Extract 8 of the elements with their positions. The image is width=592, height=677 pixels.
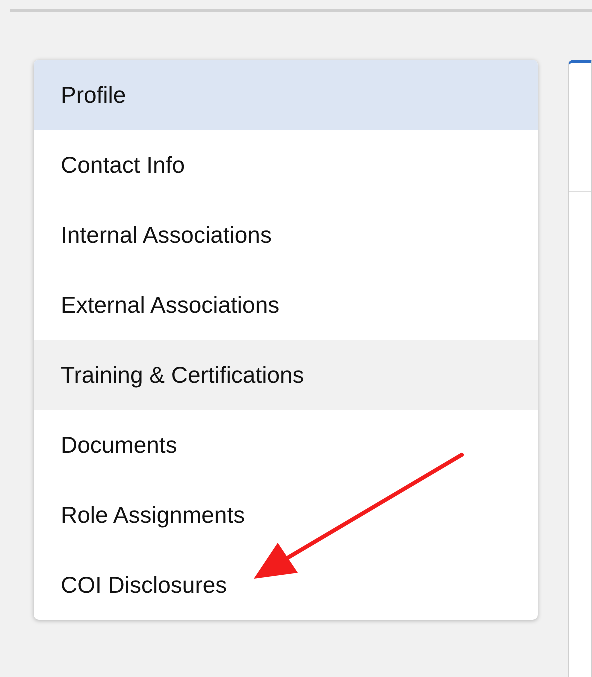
sidebar-item[interactable]: Profile [34, 60, 538, 130]
sidebar-item[interactable]: Documents [34, 410, 538, 480]
sidebar-item[interactable]: COI Disclosures [34, 550, 538, 620]
sidebar-item[interactable]: Contact Info [34, 130, 538, 200]
sidebar-item[interactable]: External Associations [34, 270, 538, 340]
sidebar-item[interactable]: Internal Associations [34, 200, 538, 270]
sidebar-item[interactable]: Role Assignments [34, 480, 538, 550]
sidebar-item[interactable]: Training & Certifications [34, 340, 538, 410]
